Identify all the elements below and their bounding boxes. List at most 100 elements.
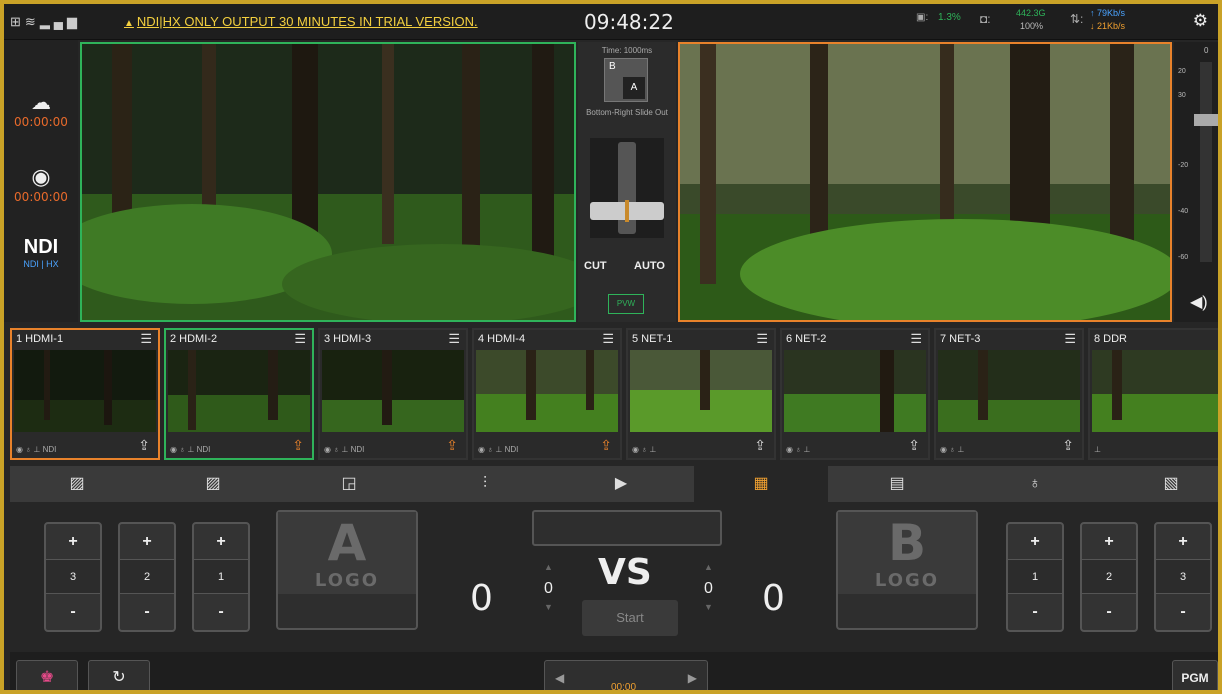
- minus-button[interactable]: -: [46, 594, 100, 629]
- storage-percent: 100%: [1020, 21, 1044, 31]
- mixer-icon: ⫶: [482, 475, 487, 492]
- menu-icon[interactable]: ☰: [1064, 331, 1076, 347]
- source-footer: ◉ ♁ ⊥ NDI: [324, 445, 365, 454]
- tab-text-overlay[interactable]: ▨: [146, 466, 280, 502]
- trial-notice[interactable]: ▲ NDI|HX ONLY OUTPUT 30 MINUTES IN TRIAL …: [124, 14, 478, 29]
- wifi-icon: ≋: [24, 14, 40, 29]
- upload-icon[interactable]: ⇪: [908, 437, 920, 454]
- audio-meter: 0 20 30 -20 -40 -60 ◀): [1174, 42, 1218, 322]
- program-monitor[interactable]: [678, 42, 1172, 322]
- pgm-button[interactable]: PGM: [1172, 660, 1218, 690]
- period-a-up-arrow[interactable]: ▲: [544, 562, 553, 572]
- preview-monitor[interactable]: [80, 42, 576, 322]
- app-window: ⊞≋▂▄▆ ▲ NDI|HX ONLY OUTPUT 30 MINUTES IN …: [0, 0, 1222, 694]
- team-a-stepper-1: + 1 -: [192, 522, 250, 632]
- period-b-down-arrow[interactable]: ▼: [704, 602, 713, 612]
- team-a-logo[interactable]: A LOGO: [276, 510, 418, 630]
- source-tile-4[interactable]: 4 HDMI-4 ☰ ◉ ♁ ⊥ NDI ⇪: [472, 328, 622, 460]
- source-tile-1[interactable]: 1 HDMI-1 ☰ ◉ ♁ ⊥ NDI ⇪: [10, 328, 160, 460]
- period-a-down-arrow[interactable]: ▼: [544, 602, 553, 612]
- ndi-sub-label: NDI | HX: [23, 259, 59, 269]
- menu-icon[interactable]: ☰: [140, 331, 152, 347]
- t-bar[interactable]: [590, 138, 664, 238]
- upload-icon[interactable]: ⇪: [446, 437, 458, 454]
- timer-next-arrow[interactable]: ▶: [688, 661, 697, 690]
- plus-button[interactable]: +: [1082, 524, 1136, 559]
- cpu-icon: ▣:: [916, 12, 929, 23]
- source-tile-3[interactable]: 3 HDMI-3 ☰ ◉ ♁ ⊥ NDI ⇪: [318, 328, 468, 460]
- upload-icon[interactable]: ⇪: [138, 437, 150, 454]
- ndi-button[interactable]: NDI NDI | HX: [4, 236, 78, 269]
- minus-button[interactable]: -: [120, 594, 174, 629]
- team-b-stepper-2: + 2 -: [1080, 522, 1138, 632]
- source-label: 1 HDMI-1: [16, 333, 64, 345]
- source-tile-6[interactable]: 6 NET-2 ☰ ◉ ♁ ⊥ ⇪: [780, 328, 930, 460]
- menu-icon[interactable]: ☰: [910, 331, 922, 347]
- minus-button[interactable]: -: [194, 594, 248, 629]
- plus-button[interactable]: +: [194, 524, 248, 559]
- source-tile-7[interactable]: 7 NET-3 ☰ ◉ ♁ ⊥ ⇪: [934, 328, 1084, 460]
- speaker-icon[interactable]: ◀): [1190, 292, 1208, 312]
- stream-button[interactable]: ☁ 00:00:00: [4, 90, 78, 129]
- source-thumbnail: [938, 350, 1080, 432]
- stepper-value: 2: [1082, 559, 1136, 594]
- period-b-up-arrow[interactable]: ▲: [704, 562, 713, 572]
- plus-button[interactable]: +: [1156, 524, 1210, 559]
- preview-image: [82, 44, 574, 320]
- tab-audio-mixer[interactable]: ⫶: [418, 466, 552, 502]
- volume-fader[interactable]: [1194, 114, 1218, 126]
- minus-button[interactable]: -: [1156, 594, 1210, 629]
- plus-button[interactable]: +: [120, 524, 174, 559]
- vs-label: VS: [598, 552, 652, 593]
- start-button[interactable]: Start: [582, 600, 678, 636]
- cut-button[interactable]: CUT: [584, 260, 607, 272]
- source-tile-8[interactable]: 8 DDR ⊥: [1088, 328, 1218, 460]
- source-label: 4 HDMI-4: [478, 333, 526, 345]
- auto-button[interactable]: AUTO: [634, 260, 665, 272]
- upload-icon[interactable]: ⇪: [1062, 437, 1074, 454]
- meter-scale-0: 0: [1204, 46, 1209, 55]
- left-control-column: ☁ 00:00:00 ◉ 00:00:00 NDI NDI | HX: [4, 40, 78, 322]
- menu-icon[interactable]: ☰: [294, 331, 306, 347]
- pvw-toggle[interactable]: PVW: [608, 294, 644, 314]
- menu-icon[interactable]: ☰: [756, 331, 768, 347]
- theme-button[interactable]: ♚: [16, 660, 78, 690]
- timer-prev-arrow[interactable]: ◀: [555, 661, 564, 690]
- source-tile-5[interactable]: 5 NET-1 ☰ ◉ ♁ ⊥ ⇪: [626, 328, 776, 460]
- tab-stream[interactable]: ♁: [968, 466, 1102, 502]
- source-footer: ◉ ♁ ⊥: [632, 445, 657, 454]
- stepper-value: 2: [120, 559, 174, 594]
- tab-image[interactable]: ▨: [10, 466, 144, 502]
- menu-icon[interactable]: ☰: [448, 331, 460, 347]
- plus-button[interactable]: +: [1008, 524, 1062, 559]
- upload-rate: ↑ 79Kb/s: [1090, 8, 1126, 18]
- tab-media[interactable]: ▶: [554, 466, 688, 502]
- gear-icon[interactable]: ⚙: [1193, 11, 1208, 31]
- trial-notice-text: NDI|HX ONLY OUTPUT 30 MINUTES IN TRIAL V…: [136, 14, 478, 29]
- record-button[interactable]: ◉ 00:00:00: [4, 164, 78, 204]
- plus-button[interactable]: +: [46, 524, 100, 559]
- minus-button[interactable]: -: [1082, 594, 1136, 629]
- upload-icon[interactable]: ⇪: [754, 437, 766, 454]
- team-b-score: 0: [762, 578, 785, 619]
- source-label: 7 NET-3: [940, 333, 981, 345]
- volume-track[interactable]: [1200, 62, 1212, 262]
- meter-scale-3: -20: [1178, 162, 1189, 169]
- tab-settings[interactable]: ▧: [1104, 466, 1218, 502]
- shirt-icon: ♚: [39, 669, 55, 686]
- meter-scale-1: 20: [1178, 68, 1186, 75]
- reset-button[interactable]: ↻: [88, 660, 150, 690]
- tab-notes[interactable]: ▤: [830, 466, 964, 502]
- minus-button[interactable]: -: [1008, 594, 1062, 629]
- upload-icon[interactable]: ⇪: [292, 437, 304, 454]
- team-b-logo[interactable]: B LOGO: [836, 510, 978, 630]
- source-thumbnail: [630, 350, 772, 432]
- cpu-usage: 1.3%: [938, 12, 961, 23]
- tab-pip[interactable]: ◲: [282, 466, 416, 502]
- menu-icon[interactable]: ☰: [602, 331, 614, 347]
- upload-icon[interactable]: ⇪: [600, 437, 612, 454]
- transition-effect-icon[interactable]: B A: [604, 58, 648, 102]
- source-tile-2[interactable]: 2 HDMI-2 ☰ ◉ ♁ ⊥ NDI ⇪: [164, 328, 314, 460]
- game-title-field[interactable]: [532, 510, 722, 546]
- tab-scoreboard[interactable]: ▦: [694, 466, 828, 502]
